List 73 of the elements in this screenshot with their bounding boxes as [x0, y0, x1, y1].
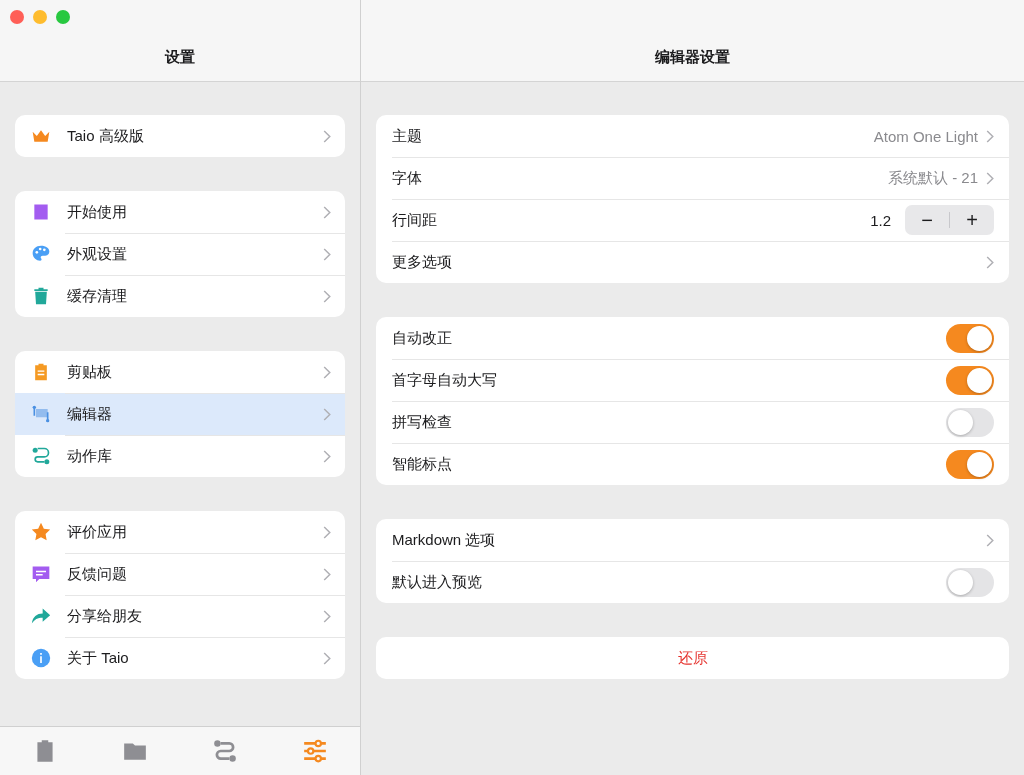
- sidebar-item[interactable]: Taio 高级版: [15, 115, 345, 157]
- toggle-switch[interactable]: [946, 407, 994, 437]
- zoom-icon[interactable]: [56, 10, 70, 24]
- setting-label: 智能标点: [392, 454, 453, 474]
- setting-label: 自动改正: [392, 328, 453, 348]
- sidebar-item[interactable]: 开始使用: [15, 191, 345, 233]
- toggle-switch[interactable]: [946, 449, 994, 479]
- sidebar-item[interactable]: 编辑器: [15, 393, 345, 435]
- chevron-icon: [323, 407, 331, 421]
- chevron-icon[interactable]: [986, 171, 994, 185]
- sidebar-item-label: 反馈问题: [67, 564, 128, 584]
- chevron-icon: [323, 567, 331, 581]
- bookmark-icon: [31, 202, 51, 222]
- sidebar-item-label: 分享给朋友: [67, 606, 143, 626]
- sidebar-item[interactable]: 评价应用: [15, 511, 345, 553]
- trash-icon: [31, 286, 51, 306]
- setting-value[interactable]: 系统默认 - 21: [888, 168, 978, 188]
- chevron-icon[interactable]: [986, 255, 994, 269]
- toggle-switch[interactable]: [946, 567, 994, 597]
- sidebar-item-label: 开始使用: [67, 202, 128, 222]
- setting-label: 字体: [392, 168, 423, 188]
- setting-label: 行间距: [392, 210, 438, 230]
- reset-button[interactable]: 还原: [376, 637, 1009, 679]
- sliders-icon: [302, 738, 328, 764]
- detail-title: 编辑器设置: [655, 48, 730, 67]
- setting-label: 主题: [392, 126, 423, 146]
- sidebar-item[interactable]: 反馈问题: [15, 553, 345, 595]
- sidebar-item-label: 外观设置: [67, 244, 128, 264]
- chevron-icon: [323, 365, 331, 379]
- sidebar-item-label: 评价应用: [67, 522, 128, 542]
- sidebar-item[interactable]: 缓存清理: [15, 275, 345, 317]
- info-icon: [31, 648, 51, 668]
- setting-label: Markdown 选项: [392, 530, 497, 550]
- chevron-icon[interactable]: [986, 129, 994, 143]
- chevron-icon[interactable]: [986, 533, 994, 547]
- sidebar-item[interactable]: 动作库: [15, 435, 345, 477]
- chevron-icon: [323, 449, 331, 463]
- toggle-switch[interactable]: [946, 323, 994, 353]
- close-icon[interactable]: [10, 10, 24, 24]
- setting-label: 拼写检查: [392, 412, 453, 432]
- route-icon: [212, 738, 238, 764]
- sidebar-item-label: 缓存清理: [67, 286, 128, 306]
- sidebar-item[interactable]: 剪贴板: [15, 351, 345, 393]
- sidebar-item-label: 关于 Taio: [67, 648, 130, 668]
- sidebar-item-label: 编辑器: [67, 404, 113, 424]
- message-icon: [31, 564, 51, 584]
- chevron-icon: [323, 247, 331, 261]
- sidebar-item-label: 剪贴板: [67, 362, 113, 382]
- route-icon: [31, 446, 51, 466]
- sidebar-item[interactable]: 分享给朋友: [15, 595, 345, 637]
- palette-icon: [31, 244, 51, 264]
- sidebar-item[interactable]: 外观设置: [15, 233, 345, 275]
- share-icon: [31, 606, 51, 626]
- sidebar-item-label: Taio 高级版: [67, 126, 145, 146]
- sidebar-item-label: 动作库: [67, 446, 113, 466]
- sidebar-title: 设置: [165, 48, 195, 67]
- minimize-icon[interactable]: [33, 10, 47, 24]
- setting-label: 更多选项: [392, 252, 453, 272]
- star-icon: [31, 522, 51, 542]
- sidebar-item[interactable]: 关于 Taio: [15, 637, 345, 679]
- decrement-button[interactable]: −: [905, 207, 949, 233]
- line-spacing-value: 1.2: [870, 211, 891, 229]
- chevron-icon: [323, 129, 331, 143]
- toggle-switch[interactable]: [946, 365, 994, 395]
- chevron-icon: [323, 289, 331, 303]
- chevron-icon: [323, 651, 331, 665]
- setting-label: 默认进入预览: [392, 572, 483, 592]
- chevron-icon: [323, 205, 331, 219]
- editor-icon: [31, 404, 51, 424]
- setting-label: 首字母自动大写: [392, 370, 498, 390]
- increment-button[interactable]: +: [950, 207, 994, 233]
- chevron-icon: [323, 525, 331, 539]
- chevron-icon: [323, 609, 331, 623]
